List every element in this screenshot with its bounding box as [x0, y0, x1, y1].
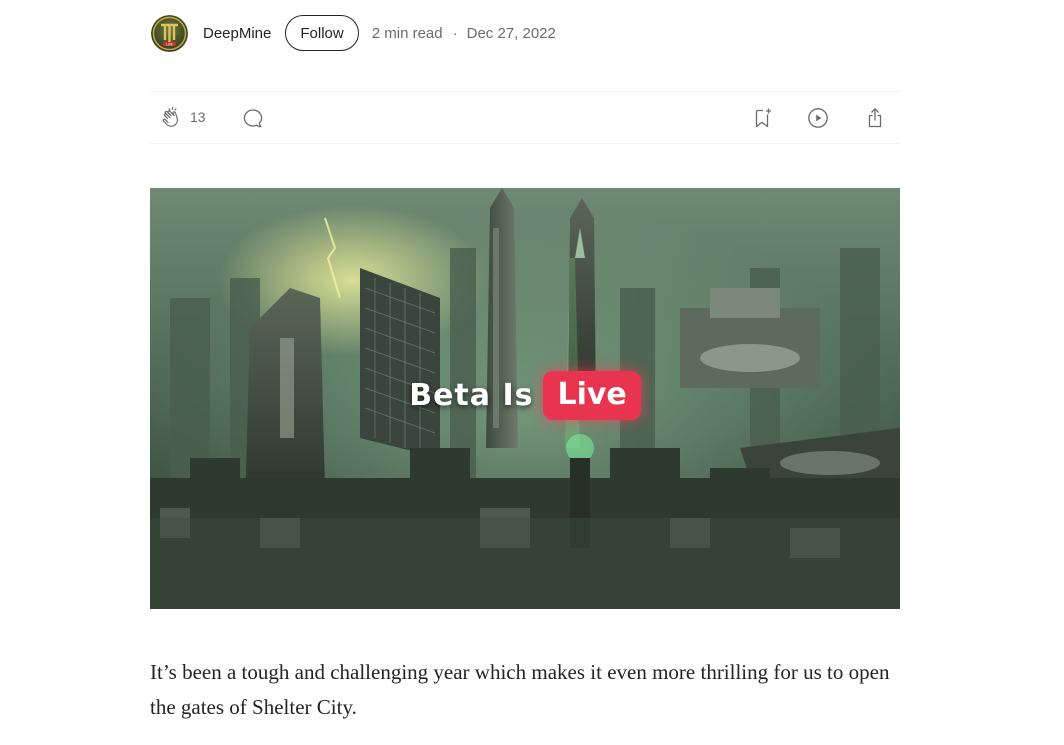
hero-title: Beta Is Live — [150, 371, 900, 420]
article-action-bar: 13 — [150, 91, 900, 144]
author-avatar[interactable]: LIVE — [151, 14, 188, 52]
publish-date: Dec 27, 2022 — [466, 24, 556, 42]
article-meta: 2 min read · Dec 27, 2022 — [372, 25, 556, 42]
avatar-logo-text: LIVE — [166, 42, 173, 46]
response-icon[interactable] — [241, 106, 265, 130]
clap-icon[interactable] — [158, 104, 186, 132]
article-paragraph: It’s been a tough and challenging year w… — [150, 660, 890, 719]
bookmark-icon[interactable] — [750, 106, 774, 130]
hero-title-beta: Beta Is — [409, 378, 534, 413]
read-time: 2 min read — [371, 24, 443, 42]
listen-icon[interactable] — [806, 106, 830, 130]
clap-count: 13 — [190, 109, 206, 125]
author-name[interactable]: DeepMine — [203, 25, 271, 42]
meta-separator: · — [452, 24, 458, 42]
author-row: LIVE DeepMine Follow 2 min read · Dec 27… — [151, 14, 556, 52]
share-icon[interactable] — [863, 106, 887, 130]
hero-title-live-badge: Live — [543, 371, 641, 420]
follow-button[interactable]: Follow — [285, 15, 359, 51]
hero-image: Beta Is Live — [150, 188, 900, 609]
